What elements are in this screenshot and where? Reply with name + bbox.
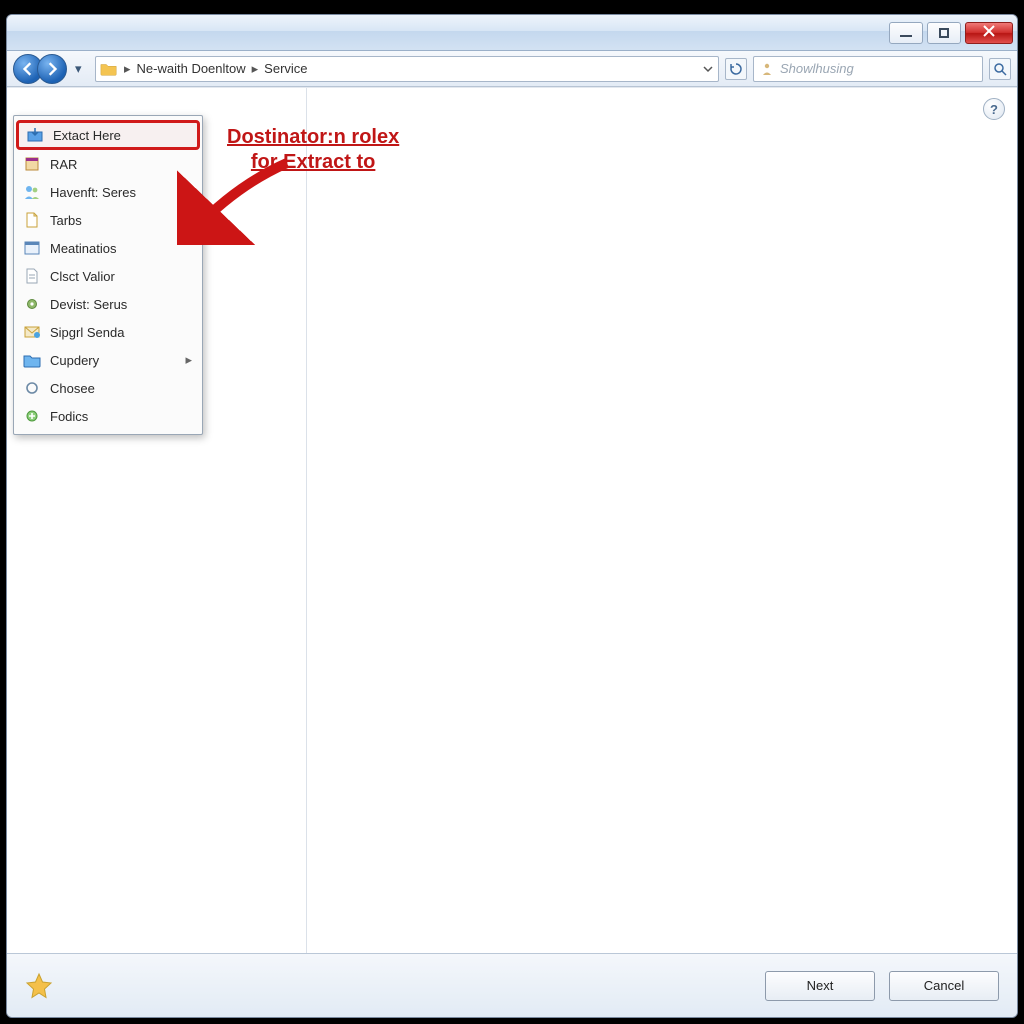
plus-icon xyxy=(22,407,42,425)
maximize-button[interactable] xyxy=(927,22,961,44)
context-menu-item[interactable]: Havenft: Seres xyxy=(16,178,200,206)
context-menu-item[interactable]: Fodics xyxy=(16,402,200,430)
context-menu-label: Cupdery xyxy=(50,353,177,368)
context-menu-label: Fodics xyxy=(50,409,192,424)
help-icon: ? xyxy=(990,102,998,117)
breadcrumb-sep: ▸ xyxy=(250,61,261,77)
context-menu-item[interactable]: Chosee xyxy=(16,374,200,402)
context-menu-label: Devist: Serus xyxy=(50,297,192,312)
search-icon xyxy=(993,62,1007,76)
context-menu-item[interactable]: RAR xyxy=(16,150,200,178)
search-button[interactable] xyxy=(989,58,1011,80)
folder-icon xyxy=(22,351,42,369)
context-menu-item[interactable]: Meatinatios xyxy=(16,234,200,262)
breadcrumb-segment[interactable]: Service xyxy=(264,61,307,76)
gear-icon xyxy=(22,295,42,313)
context-menu-label: Sipgrl Senda xyxy=(50,325,192,340)
context-menu-label: Extact Here xyxy=(53,128,189,143)
extract-icon xyxy=(25,126,45,144)
context-menu-item[interactable]: Cupdery ▸ xyxy=(16,346,200,374)
person-icon xyxy=(760,62,774,76)
arrow-left-icon xyxy=(21,62,35,76)
mail-icon xyxy=(22,323,42,341)
refresh-icon xyxy=(729,62,743,76)
folder-icon xyxy=(100,61,118,77)
context-menu-label: Meatinatios xyxy=(50,241,192,256)
chevron-down-icon[interactable] xyxy=(702,63,714,75)
favorites-star-icon[interactable] xyxy=(25,972,53,1000)
next-button[interactable]: Next xyxy=(765,971,875,1001)
minimize-button[interactable] xyxy=(889,22,923,44)
circle-icon xyxy=(22,379,42,397)
next-button-label: Next xyxy=(807,978,834,993)
annotation-line: for Extract to xyxy=(251,151,375,173)
users-icon xyxy=(22,183,42,201)
context-menu-item[interactable]: Devist: Serus xyxy=(16,290,200,318)
nav-history-dropdown[interactable]: ▾ xyxy=(75,61,89,77)
nav-buttons xyxy=(13,54,61,84)
forward-button[interactable] xyxy=(37,54,67,84)
explorer-window: ▾ ▸ Ne-waith Doenltow ▸ Service Showlhus… xyxy=(6,14,1018,1018)
cancel-button[interactable]: Cancel xyxy=(889,971,999,1001)
close-button[interactable] xyxy=(965,22,1013,44)
rar-icon xyxy=(22,155,42,173)
context-menu-label: Clsct Valior xyxy=(50,269,192,284)
page-icon xyxy=(22,211,42,229)
context-menu-item[interactable]: Tarbs xyxy=(16,206,200,234)
refresh-button[interactable] xyxy=(725,58,747,80)
context-menu-label: RAR xyxy=(50,157,192,172)
arrow-right-icon xyxy=(45,62,59,76)
breadcrumb-sep: ▸ xyxy=(122,61,133,77)
context-menu-label: Havenft: Seres xyxy=(50,185,192,200)
nav-bar: ▾ ▸ Ne-waith Doenltow ▸ Service Showlhus… xyxy=(7,51,1017,87)
context-menu-label: Tarbs xyxy=(50,213,192,228)
titlebar xyxy=(7,15,1017,51)
search-placeholder: Showlhusing xyxy=(780,61,854,76)
file-list-pane[interactable]: ? xyxy=(307,88,1017,953)
context-menu-item[interactable]: Sipgrl Senda xyxy=(16,318,200,346)
context-menu: Extact Here RAR Havenft: Seres Tarbs Meatina… xyxy=(13,115,203,435)
annotation-text: Dostinator:n rolex for Extract to xyxy=(227,125,399,175)
context-menu-label: Chosee xyxy=(50,381,192,396)
annotation-line: Dostinator:n rolex xyxy=(227,126,399,148)
close-icon xyxy=(983,25,995,40)
context-menu-item[interactable]: Extact Here xyxy=(16,120,200,150)
context-menu-item[interactable]: Clsct Valior xyxy=(16,262,200,290)
help-button[interactable]: ? xyxy=(983,98,1005,120)
window-icon xyxy=(22,239,42,257)
doc-icon xyxy=(22,267,42,285)
submenu-arrow-icon: ▸ xyxy=(185,352,192,368)
cancel-button-label: Cancel xyxy=(924,978,964,993)
address-bar[interactable]: ▸ Ne-waith Doenltow ▸ Service xyxy=(95,56,719,82)
footer-bar: Next Cancel xyxy=(7,953,1017,1017)
breadcrumb-segment[interactable]: Ne-waith Doenltow xyxy=(137,61,246,76)
search-input[interactable]: Showlhusing xyxy=(753,56,983,82)
